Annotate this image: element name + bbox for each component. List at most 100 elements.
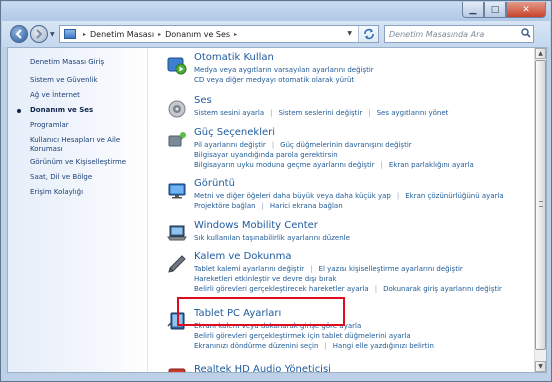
- sidebar-item-network-internet[interactable]: Ağ ve İnternet: [8, 91, 147, 100]
- realtek-audio-icon: [166, 366, 188, 372]
- link-choose-screen-rotation[interactable]: Ekranınızı döndürme düzenini seçin: [194, 342, 318, 350]
- navigation-bar: ▼ ▸ Denetim Masası ▸ Donanım ve Ses ▸ ▼ …: [2, 21, 550, 47]
- breadcrumb-control-panel[interactable]: Denetim Masası: [90, 30, 154, 39]
- link-change-handwriting-personalization[interactable]: El yazısı kişiselleştirme ayarlarını değ…: [319, 265, 463, 273]
- category-links-row: Belirli görevleri gerçekleştirecek harek…: [194, 285, 502, 293]
- category-links-row: Belirli görevleri gerçekleştirmek için t…: [194, 332, 411, 340]
- category-links-row: Ekranınızı döndürme düzenini seçin | Hangi…: [194, 342, 434, 350]
- scroll-up-button[interactable]: ▲: [535, 48, 546, 59]
- link-adjust-system-volume[interactable]: Sistem sesini ayarla: [194, 109, 264, 117]
- sidebar-item-appearance[interactable]: Görünüm ve Kişiselleştirme: [8, 158, 147, 167]
- sidebar-item-clock-language-region[interactable]: Saat, Dil ve Bölge: [8, 173, 147, 182]
- link-connect-external-display[interactable]: Harici ekrana bağlan: [270, 202, 343, 210]
- link-separator: |: [310, 265, 313, 273]
- sidebar: Denetim Masası Giriş Sistem ve Güvenlik …: [8, 48, 148, 372]
- link-specify-handedness[interactable]: Hangi elle yazdığınızı belirtin: [333, 342, 434, 350]
- category-title-realtek-audio[interactable]: Realtek HD Audio Yöneticisi: [194, 364, 331, 372]
- autoplay-icon: [166, 54, 188, 76]
- category-links-row: Pil ayarlarını değiştir | Güç düğmelerinin…: [194, 141, 412, 149]
- link-separator: |: [324, 342, 327, 350]
- link-manage-audio-devices[interactable]: Ses aygıtlarını yönet: [377, 109, 449, 117]
- link-adjust-screen-resolution[interactable]: Ekran çözünürlüğünü ayarla: [405, 192, 504, 200]
- category-links-row: Hareketleri etkinleştir ve devre dışı bı…: [194, 275, 337, 283]
- search-icon[interactable]: [519, 27, 533, 41]
- category-title-mobility-center[interactable]: Windows Mobility Center: [194, 220, 318, 231]
- sidebar-item-ease-of-access[interactable]: Erişim Kolaylığı: [8, 188, 147, 197]
- link-make-text-larger-smaller[interactable]: Metni ve diğer öğeleri daha büyük veya d…: [194, 192, 391, 200]
- link-separator: |: [396, 192, 400, 200]
- link-adjust-screen-brightness[interactable]: Ekran parlaklığını ayarla: [389, 161, 474, 169]
- category-links-row: Sistem sesini ayarla | Sistem seslerini de…: [194, 109, 448, 117]
- back-arrow-icon: [15, 29, 22, 39]
- back-button[interactable]: [10, 25, 28, 43]
- link-enable-disable-gestures[interactable]: Hareketleri etkinleştir ve devre dışı bı…: [194, 275, 337, 283]
- link-autoplay-cd[interactable]: CD veya diğer medyayı otomatik olarak yü…: [194, 76, 354, 84]
- mobility-center-icon: [166, 222, 188, 244]
- display-icon: [166, 180, 188, 202]
- link-separator: |: [270, 109, 273, 117]
- category-links-row: Medya veya aygıtların varsayılan ayarlar…: [194, 66, 374, 74]
- breadcrumb-separator[interactable]: ▸: [83, 31, 86, 38]
- category-title-tablet-pc[interactable]: Tablet PC Ayarları: [194, 308, 281, 319]
- pen-icon: [166, 253, 188, 275]
- category-links-row: Projektöre bağlan | Harici ekrana bağlan: [194, 202, 343, 210]
- forward-button[interactable]: [30, 25, 48, 43]
- forward-arrow-icon: [36, 29, 43, 39]
- link-set-tablet-buttons[interactable]: Belirli görevleri gerçekleştirmek için t…: [194, 332, 411, 340]
- maximize-button[interactable]: □: [484, 2, 506, 18]
- close-button[interactable]: ✕: [506, 2, 546, 18]
- link-change-system-sounds[interactable]: Sistem seslerini değiştir: [278, 109, 362, 117]
- link-change-default-media-settings[interactable]: Medya veya aygıtların varsayılan ayarlar…: [194, 66, 374, 74]
- category-title-display[interactable]: Görüntü: [194, 178, 235, 189]
- sidebar-item-user-accounts[interactable]: Kullanıcı Hesapları ve Aile Koruması: [8, 136, 147, 154]
- link-change-power-buttons[interactable]: Güç düğmelerinin davranışını değiştir: [280, 141, 411, 149]
- link-require-password-on-wake[interactable]: Bilgisayar uyandığında parola gerektirsi…: [194, 151, 338, 159]
- category-links-row: Sık kullanılan taşınabilirlik ayarlarını…: [194, 234, 350, 242]
- scrollbar-thumb[interactable]: [535, 60, 546, 350]
- link-separator: |: [380, 161, 383, 169]
- link-separator: |: [261, 202, 264, 210]
- power-options-icon: [166, 129, 188, 151]
- category-title-power-options[interactable]: Güç Seçenekleri: [194, 127, 275, 138]
- link-connect-to-projector[interactable]: Projektöre bağlan: [194, 202, 256, 210]
- scrollbar-grip: [539, 201, 543, 207]
- window-buttons: ▁ □ ✕: [462, 2, 546, 19]
- tablet-pc-icon: [166, 310, 188, 332]
- link-calibrate-screen[interactable]: Ekranı kalem veya dokunarak girişe göre …: [194, 322, 361, 330]
- link-separator: |: [374, 285, 378, 293]
- search-box[interactable]: Denetim Masasında Ara: [384, 25, 534, 43]
- category-title-sound[interactable]: Ses: [194, 95, 212, 106]
- refresh-icon: [363, 28, 374, 40]
- link-separator: |: [271, 141, 275, 149]
- breadcrumb-hardware-sound[interactable]: Donanım ve Ses: [165, 30, 230, 39]
- link-adjust-mobility-settings[interactable]: Sık kullanılan taşınabilirlik ayarlarını…: [194, 234, 350, 242]
- category-links-row: Metni ve diğer öğeleri daha büyük veya d…: [194, 192, 504, 200]
- category-title-pen-touch[interactable]: Kalem ve Dokunma: [194, 251, 291, 262]
- link-change-battery-settings[interactable]: Pil ayarlarını değiştir: [194, 141, 266, 149]
- category-title-autoplay[interactable]: Otomatik Kullan: [194, 52, 274, 63]
- title-bar[interactable]: ▁ □ ✕: [2, 2, 550, 21]
- address-bar[interactable]: ▸ Denetim Masası ▸ Donanım ve Ses ▸ ▼: [59, 25, 379, 43]
- category-links-row: CD veya diğer medyayı otomatik olarak yü…: [194, 76, 354, 84]
- category-links-row: Bilgisayarın uyku moduna geçme ayarların…: [194, 161, 474, 169]
- content-area: Denetim Masası Giriş Sistem ve Güvenlik …: [7, 47, 547, 373]
- sidebar-item-hardware-sound[interactable]: Donanım ve Ses: [8, 106, 147, 115]
- speaker-icon: [166, 97, 188, 119]
- refresh-button[interactable]: [358, 26, 378, 42]
- recent-pages-dropdown[interactable]: ▼: [50, 31, 55, 38]
- control-panel-window: ▁ □ ✕ ▼ ▸ Denetim Masası ▸ Donanım ve Se…: [0, 0, 552, 382]
- search-input[interactable]: Denetim Masasında Ara: [389, 30, 519, 39]
- address-history-dropdown[interactable]: ▼: [347, 30, 352, 37]
- link-change-pen-settings[interactable]: Tablet kalemi ayarlarını değiştir: [194, 265, 304, 273]
- breadcrumb-separator[interactable]: ▸: [234, 31, 237, 38]
- minimize-button[interactable]: ▁: [462, 2, 484, 18]
- link-change-touch-input-settings[interactable]: Dokunarak giriş ayarlarını değiştir: [383, 285, 502, 293]
- sidebar-item-system-security[interactable]: Sistem ve Güvenlik: [8, 76, 147, 85]
- vertical-scrollbar[interactable]: ▲ ▼: [534, 48, 546, 372]
- link-set-flicks[interactable]: Belirli görevleri gerçekleştirecek harek…: [194, 285, 369, 293]
- breadcrumb-separator[interactable]: ▸: [158, 31, 161, 38]
- sidebar-item-control-panel-home[interactable]: Denetim Masası Giriş: [8, 58, 147, 67]
- link-change-sleep-settings[interactable]: Bilgisayarın uyku moduna geçme ayarların…: [194, 161, 375, 169]
- sidebar-item-programs[interactable]: Programlar: [8, 121, 147, 130]
- scroll-down-button[interactable]: ▼: [535, 361, 546, 372]
